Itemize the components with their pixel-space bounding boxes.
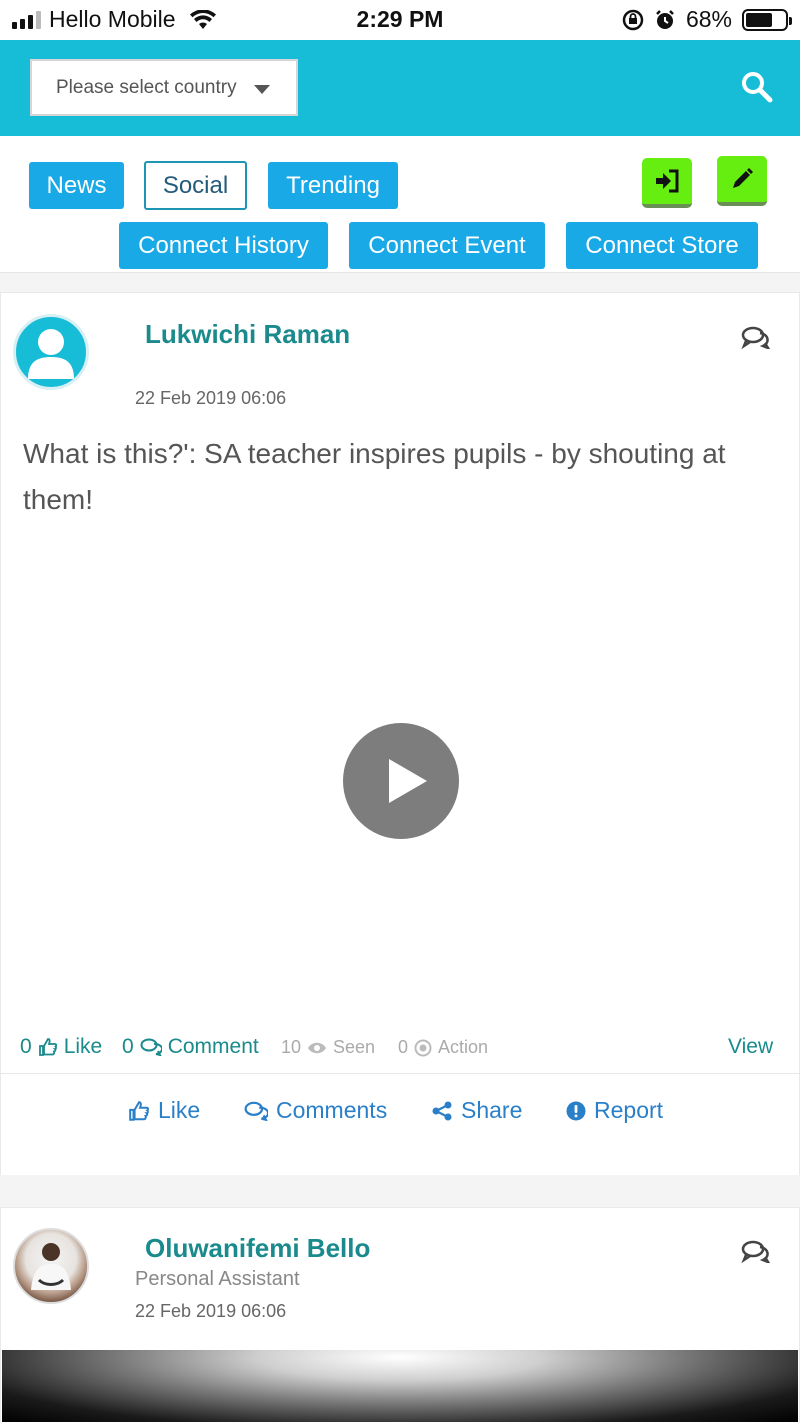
avatar[interactable] bbox=[13, 1228, 89, 1304]
like-label: Like bbox=[63, 1035, 103, 1058]
action-label: Action bbox=[438, 1037, 489, 1057]
sign-in-icon bbox=[656, 169, 679, 193]
battery-percent: 68% bbox=[685, 6, 732, 32]
thumbs-up-icon bbox=[38, 1038, 57, 1056]
post-timestamp: 22 Feb 2019 06:06 bbox=[135, 388, 287, 408]
eye-icon bbox=[308, 1042, 327, 1053]
seen-count: 10 bbox=[281, 1037, 302, 1057]
tab-connect-event[interactable]: Connect Event bbox=[349, 222, 545, 269]
post-stats: 0 Like 0 Comment 10 Seen 0 Action View bbox=[1, 1031, 800, 1071]
login-button[interactable] bbox=[642, 158, 692, 208]
country-select[interactable]: Please select country bbox=[30, 59, 298, 116]
comments-icon[interactable] bbox=[741, 325, 771, 349]
seen-label: Seen bbox=[333, 1037, 376, 1057]
post-video-thumbnail[interactable] bbox=[2, 1350, 798, 1422]
comments-button-label: Comments bbox=[276, 1097, 388, 1123]
profile-photo bbox=[31, 1243, 71, 1290]
comment-label: Comment bbox=[167, 1035, 259, 1058]
like-button[interactable]: Like bbox=[128, 1097, 200, 1124]
rotation-lock-icon bbox=[622, 9, 644, 30]
report-button[interactable]: Report bbox=[566, 1097, 663, 1124]
battery-icon bbox=[742, 8, 792, 31]
play-button[interactable] bbox=[343, 723, 459, 839]
tab-trending[interactable]: Trending bbox=[268, 162, 398, 209]
report-button-label: Report bbox=[594, 1097, 664, 1123]
share-button-label: Share bbox=[461, 1097, 523, 1123]
seen-stat: 10 Seen bbox=[281, 1037, 375, 1058]
comment-icon bbox=[140, 1038, 162, 1056]
country-select-label: Please select country bbox=[56, 76, 237, 98]
post-card: Lukwichi Raman 22 Feb 2019 06:06 What is… bbox=[0, 292, 800, 1176]
post-author[interactable]: Oluwanifemi Bello bbox=[145, 1233, 370, 1264]
exclamation-circle-icon bbox=[566, 1101, 586, 1120]
tab-connect-store[interactable]: Connect Store bbox=[566, 222, 758, 269]
action-stat: 0 Action bbox=[398, 1037, 488, 1058]
like-stat[interactable]: 0 Like bbox=[20, 1035, 102, 1059]
target-icon bbox=[414, 1039, 432, 1056]
user-icon bbox=[28, 329, 74, 379]
status-bar: Hello Mobile 2:29 PM 68% bbox=[0, 0, 800, 40]
share-button[interactable]: Share bbox=[431, 1097, 522, 1124]
caret-down-icon bbox=[254, 85, 270, 94]
pencil-icon bbox=[733, 168, 753, 188]
view-link[interactable]: View bbox=[728, 1035, 773, 1059]
avatar[interactable] bbox=[13, 314, 89, 390]
comments-button[interactable]: Comments bbox=[244, 1097, 387, 1124]
post-actions: Like Comments Share Report bbox=[1, 1089, 800, 1139]
divider bbox=[1, 1073, 800, 1074]
post-timestamp: 22 Feb 2019 06:06 bbox=[135, 1301, 287, 1321]
feed-separator bbox=[0, 272, 800, 292]
comments-icon[interactable] bbox=[741, 1239, 771, 1263]
tab-news[interactable]: News bbox=[29, 162, 124, 209]
tab-social[interactable]: Social bbox=[144, 161, 247, 210]
share-icon bbox=[432, 1101, 452, 1120]
compose-button[interactable] bbox=[717, 156, 767, 206]
comment-icon bbox=[244, 1101, 268, 1121]
feed-separator bbox=[0, 1175, 800, 1207]
search-icon[interactable] bbox=[740, 70, 774, 104]
post-author[interactable]: Lukwichi Raman bbox=[145, 319, 350, 350]
tab-connect-history[interactable]: Connect History bbox=[119, 222, 328, 269]
post-text: What is this?': SA teacher inspires pupi… bbox=[23, 438, 726, 515]
app-header: Please select country bbox=[0, 40, 800, 136]
post-author-title: Personal Assistant bbox=[135, 1268, 300, 1290]
like-count: 0 bbox=[20, 1035, 32, 1058]
comment-count: 0 bbox=[122, 1035, 134, 1058]
thumbs-up-icon bbox=[129, 1100, 149, 1121]
action-count: 0 bbox=[398, 1037, 409, 1057]
like-button-label: Like bbox=[158, 1097, 201, 1123]
alarm-icon bbox=[656, 9, 674, 29]
nav-bar: News Social Trending Connect History Con… bbox=[0, 136, 800, 272]
comment-stat[interactable]: 0 Comment bbox=[122, 1035, 259, 1059]
